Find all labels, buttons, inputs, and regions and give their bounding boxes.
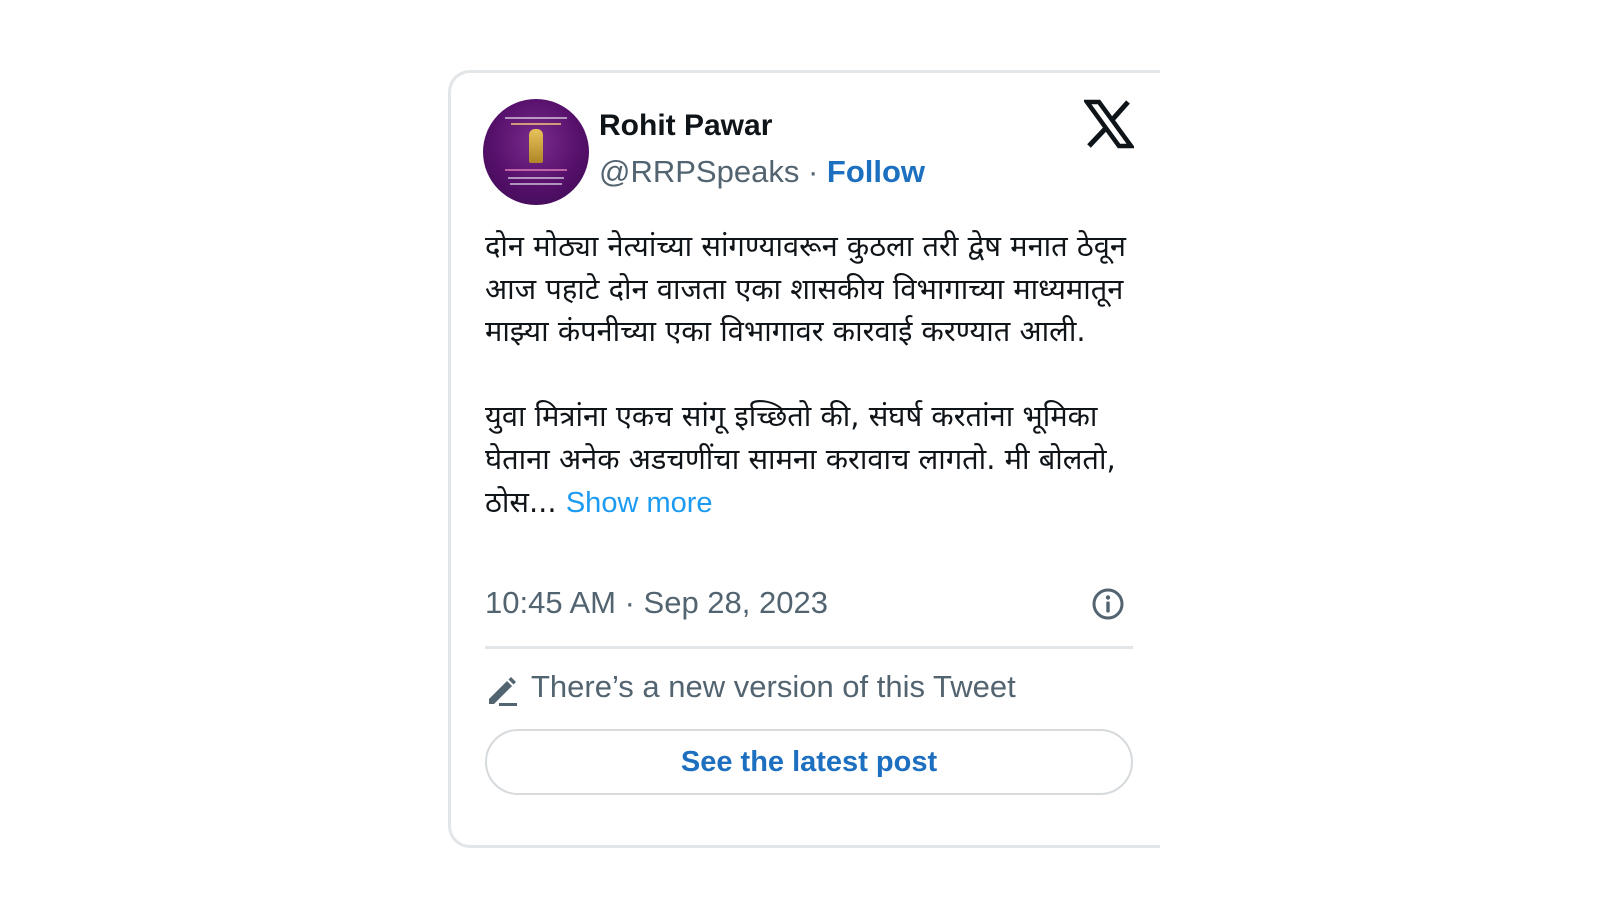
divider [485,646,1133,649]
info-icon[interactable] [1091,587,1125,621]
author-name[interactable]: Rohit Pawar [599,109,772,143]
show-more-link[interactable]: Show more [566,487,713,519]
avatar-detail [505,117,567,119]
tweet-card[interactable]: Rohit Pawar @RRPSpeaks · Follow दोन मोठ्… [448,70,1160,848]
separator: · [799,154,827,189]
avatar-detail [508,177,564,179]
avatar-detail [510,183,562,185]
see-latest-post-button[interactable]: See the latest post [485,729,1133,795]
follow-button[interactable]: Follow [827,154,925,189]
avatar-detail [505,169,567,171]
avatar-detail [511,123,561,125]
tweet-body: दोन मोठ्या नेत्यांच्या सांगण्यावरून कुठल… [485,229,1126,519]
edit-notice-text: There’s a new version of this Tweet [531,669,1016,704]
avatar[interactable] [483,99,589,205]
page: Rohit Pawar @RRPSpeaks · Follow दोन मोठ्… [0,0,1600,900]
pencil-icon [489,677,517,706]
timestamp[interactable]: 10:45 AM · Sep 28, 2023 [485,585,828,621]
tweet-text: दोन मोठ्या नेत्यांच्या सांगण्यावरून कुठल… [485,225,1145,524]
handle-row: @RRPSpeaks · Follow [599,154,925,190]
author-handle[interactable]: @RRPSpeaks [599,154,799,189]
x-logo-icon[interactable] [1084,99,1134,149]
trophy-icon [529,129,543,163]
